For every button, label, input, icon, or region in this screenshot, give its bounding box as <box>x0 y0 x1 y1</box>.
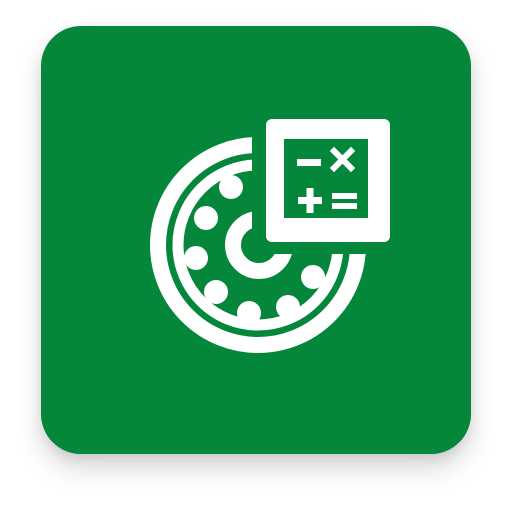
minus-icon <box>297 159 321 166</box>
bearing-ball <box>184 246 208 270</box>
calculator-key-plus: + <box>0 0 1 1</box>
bearing-ball <box>301 265 325 289</box>
bearing-ball <box>237 301 261 325</box>
calculator-key-minus: − <box>0 0 1 1</box>
bearing-ball <box>219 175 243 199</box>
bearing-ball <box>194 206 218 230</box>
app-icon-stage: − × + = <box>0 0 512 512</box>
bearing-ball <box>276 295 300 319</box>
calculator-icon: − × + = <box>0 0 390 242</box>
bearing-ball <box>204 280 228 304</box>
calculator-key-equals: = <box>0 0 1 1</box>
calculator-key-times: × <box>0 0 1 1</box>
bearing-calculator-icon: − × + = <box>0 0 390 353</box>
